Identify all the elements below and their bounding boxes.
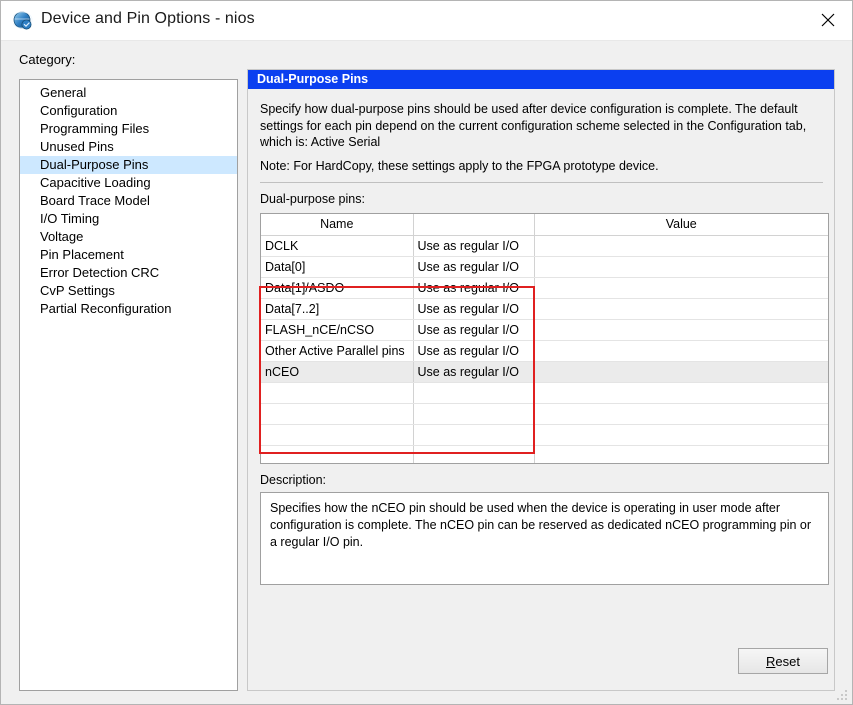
- cell-empty: [261, 403, 414, 425]
- reset-button[interactable]: Reset: [738, 648, 828, 674]
- cell-pin-setting[interactable]: Use as regular I/O: [413, 235, 535, 257]
- column-header-name[interactable]: Name: [261, 214, 414, 236]
- cell-pin-setting[interactable]: Use as regular I/O: [413, 256, 535, 278]
- cell-pin-name[interactable]: DCLK: [261, 235, 414, 257]
- sidebar-item-general[interactable]: General: [20, 84, 237, 102]
- cell-empty: [261, 382, 414, 404]
- dialog-body: Category: General Configuration Programm…: [1, 41, 852, 704]
- cell-pin-name[interactable]: nCEO: [261, 361, 414, 383]
- reset-label-rest: eset: [775, 654, 800, 669]
- device-pin-options-dialog: Device and Pin Options - nios Category: …: [0, 0, 853, 705]
- sidebar-item-dual-purpose-pins[interactable]: Dual-Purpose Pins: [20, 156, 237, 174]
- table-row[interactable]: Data[1]/ASDO Use as regular I/O: [261, 277, 828, 299]
- table-row[interactable]: Data[7..2] Use as regular I/O: [261, 298, 828, 320]
- cell-pin-value[interactable]: [534, 340, 828, 362]
- cell-empty: [261, 445, 414, 463]
- cell-pin-value[interactable]: [534, 277, 828, 299]
- dual-purpose-pins-panel: Dual-Purpose Pins Specify how dual-purpo…: [247, 69, 835, 691]
- cell-empty: [534, 445, 828, 463]
- cell-empty: [534, 424, 828, 446]
- column-header-spacer: [413, 214, 535, 236]
- resize-grip-icon[interactable]: [836, 689, 848, 701]
- category-list[interactable]: General Configuration Programming Files …: [19, 79, 238, 691]
- cell-empty: [413, 424, 535, 446]
- cell-pin-setting[interactable]: Use as regular I/O: [413, 319, 535, 341]
- cell-pin-name[interactable]: Data[7..2]: [261, 298, 414, 320]
- panel-header: Dual-Purpose Pins: [248, 70, 834, 89]
- sidebar-item-unused-pins[interactable]: Unused Pins: [20, 138, 237, 156]
- cell-pin-value[interactable]: [534, 256, 828, 278]
- sidebar-item-partial-reconfiguration[interactable]: Partial Reconfiguration: [20, 300, 237, 318]
- cell-pin-value[interactable]: [534, 235, 828, 257]
- sidebar-item-cvp-settings[interactable]: CvP Settings: [20, 282, 237, 300]
- sidebar-item-pin-placement[interactable]: Pin Placement: [20, 246, 237, 264]
- table-row-empty[interactable]: [261, 403, 828, 425]
- cell-pin-name[interactable]: Other Active Parallel pins: [261, 340, 414, 362]
- divider: [260, 182, 823, 183]
- table-row-empty[interactable]: [261, 424, 828, 446]
- cell-pin-value[interactable]: [534, 361, 828, 383]
- cell-pin-name[interactable]: Data[0]: [261, 256, 414, 278]
- cell-pin-setting[interactable]: Use as regular I/O: [413, 298, 535, 320]
- table-row-empty[interactable]: [261, 382, 828, 404]
- close-icon: [821, 13, 835, 27]
- table-body: DCLK Use as regular I/O Data[0] Use as r…: [261, 235, 828, 463]
- dual-purpose-pins-label: Dual-purpose pins:: [260, 192, 365, 206]
- cell-empty: [261, 424, 414, 446]
- sidebar-item-programming-files[interactable]: Programming Files: [20, 120, 237, 138]
- close-button[interactable]: [806, 1, 852, 40]
- cell-pin-setting[interactable]: Use as regular I/O: [413, 361, 535, 383]
- page-title: Device and Pin Options - nios: [41, 10, 255, 27]
- description-text: Specifies how the nCEO pin should be use…: [260, 492, 829, 585]
- cell-empty: [534, 403, 828, 425]
- panel-note: Note: For HardCopy, these settings apply…: [260, 159, 659, 173]
- globe-icon: [11, 11, 33, 31]
- reset-mnemonic: R: [766, 654, 776, 669]
- title-bar: Device and Pin Options - nios: [1, 1, 852, 41]
- cell-empty: [413, 382, 535, 404]
- table-row[interactable]: FLASH_nCE/nCSO Use as regular I/O: [261, 319, 828, 341]
- cell-pin-value[interactable]: [534, 319, 828, 341]
- cell-empty: [534, 382, 828, 404]
- table-row[interactable]: nCEO Use as regular I/O: [261, 361, 828, 383]
- sidebar-item-io-timing[interactable]: I/O Timing: [20, 210, 237, 228]
- panel-description: Specify how dual-purpose pins should be …: [260, 102, 807, 149]
- sidebar-item-board-trace-model[interactable]: Board Trace Model: [20, 192, 237, 210]
- table-row[interactable]: Data[0] Use as regular I/O: [261, 256, 828, 278]
- sidebar-item-configuration[interactable]: Configuration: [20, 102, 237, 120]
- cell-pin-setting[interactable]: Use as regular I/O: [413, 340, 535, 362]
- sidebar-item-error-detection-crc[interactable]: Error Detection CRC: [20, 264, 237, 282]
- column-header-value[interactable]: Value: [534, 214, 828, 236]
- cell-pin-name[interactable]: FLASH_nCE/nCSO: [261, 319, 414, 341]
- description-label: Description:: [260, 473, 326, 487]
- cell-pin-value[interactable]: [534, 298, 828, 320]
- dual-purpose-pins-table[interactable]: Name Value DCLK Use as regular I/O Data[: [260, 213, 829, 464]
- table-header-row: Name Value: [261, 214, 828, 236]
- table-row[interactable]: DCLK Use as regular I/O: [261, 235, 828, 257]
- table-row-empty[interactable]: [261, 445, 828, 463]
- cell-empty: [413, 445, 535, 463]
- cell-pin-setting[interactable]: Use as regular I/O: [413, 277, 535, 299]
- table-row[interactable]: Other Active Parallel pins Use as regula…: [261, 340, 828, 362]
- category-label: Category:: [19, 52, 76, 67]
- cell-empty: [413, 403, 535, 425]
- sidebar-item-voltage[interactable]: Voltage: [20, 228, 237, 246]
- sidebar-item-capacitive-loading[interactable]: Capacitive Loading: [20, 174, 237, 192]
- cell-pin-name[interactable]: Data[1]/ASDO: [261, 277, 414, 299]
